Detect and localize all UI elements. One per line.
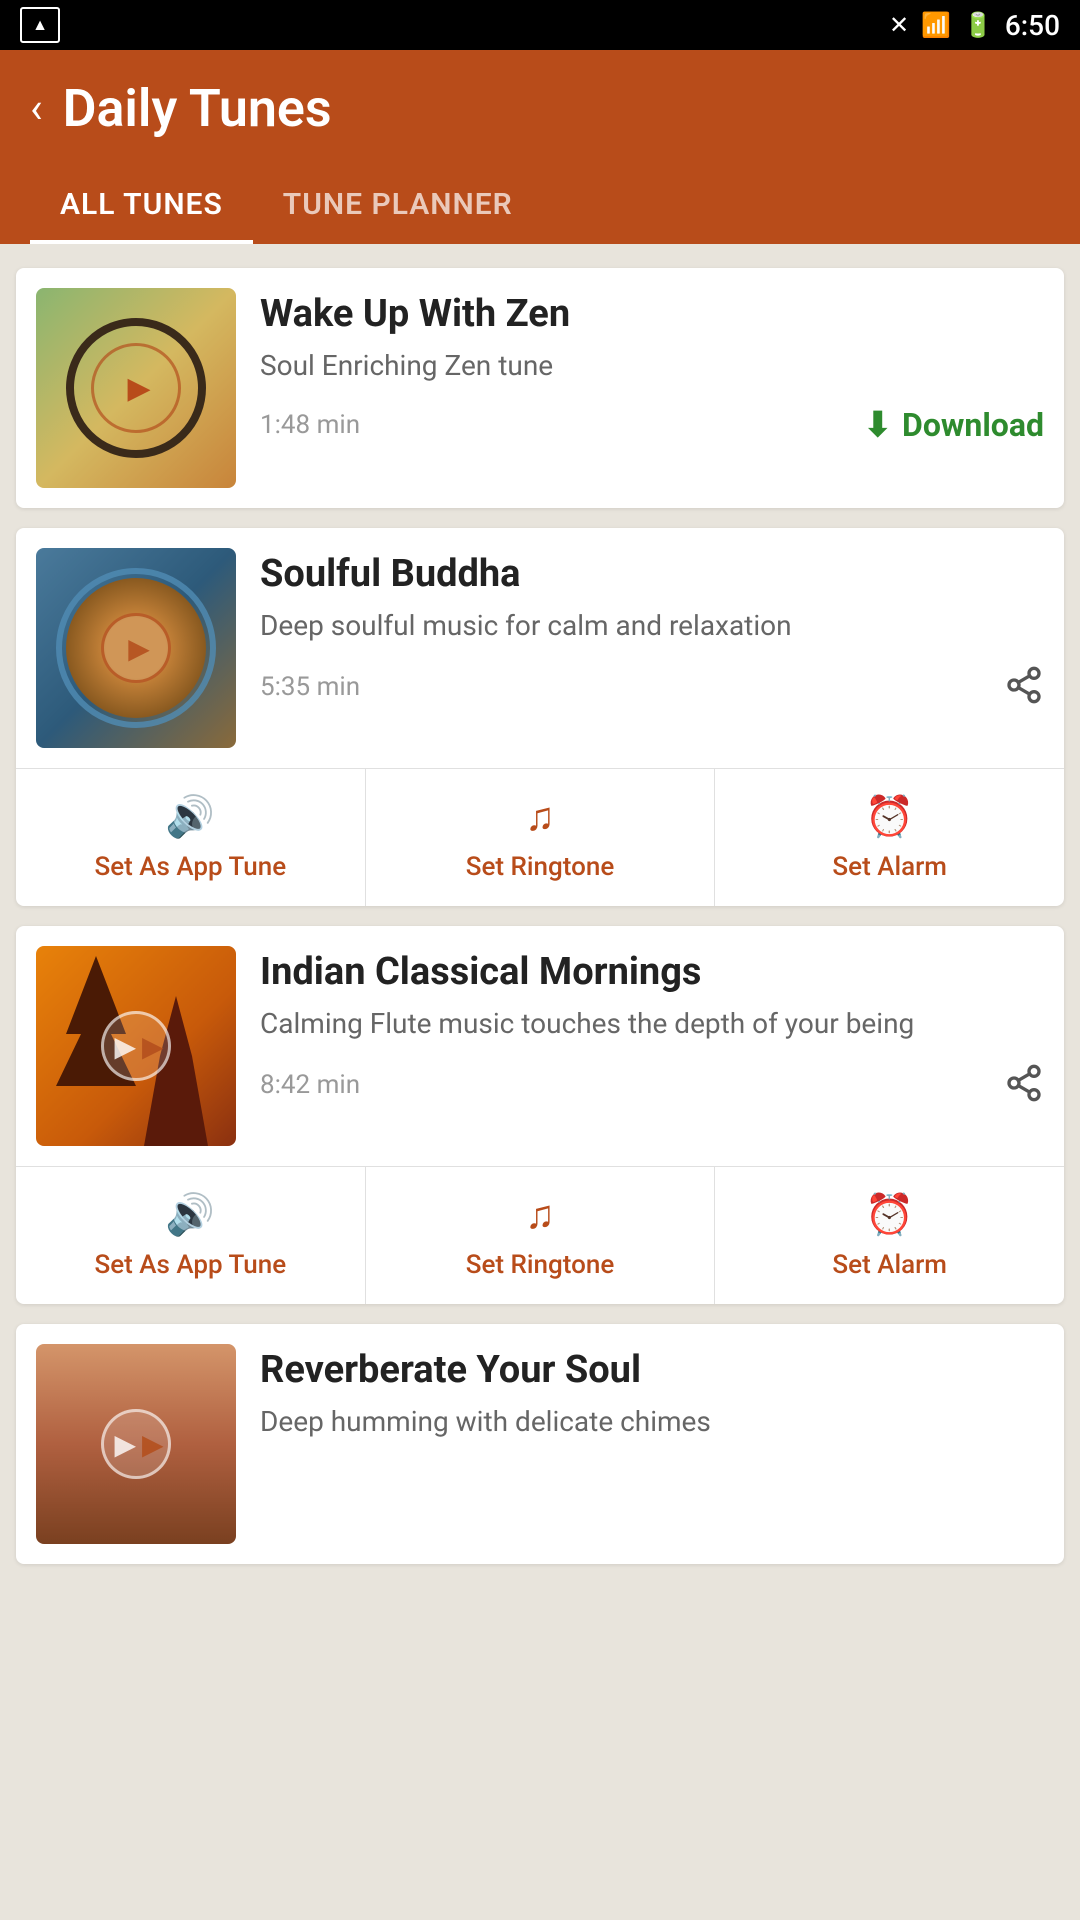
tune-title-zen: Wake Up With Zen xyxy=(260,292,1044,336)
tune-thumbnail-zen[interactable] xyxy=(36,288,236,488)
music-icon-indian: ♫ xyxy=(525,1191,555,1238)
status-bar-right: ✕ 📶 🔋 6:50 xyxy=(889,9,1060,42)
share-button-buddha[interactable] xyxy=(1004,665,1044,709)
tune-info-reverberate: Reverberate Your Soul Deep humming with … xyxy=(260,1344,1044,1461)
indian-play-button[interactable]: ▶ xyxy=(101,1011,171,1081)
set-alarm-label-buddha: Set Alarm xyxy=(832,852,947,882)
tune-title-buddha: Soulful Buddha xyxy=(260,552,1044,596)
content: Wake Up With Zen Soul Enriching Zen tune… xyxy=(0,244,1080,1588)
signal-bars: 📶 xyxy=(921,11,951,39)
set-ringtone-button-indian[interactable]: ♫ Set Ringtone xyxy=(366,1167,716,1304)
music-icon-buddha: ♫ xyxy=(525,793,555,840)
tune-title-reverberate: Reverberate Your Soul xyxy=(260,1348,1044,1392)
tune-title-indian: Indian Classical Mornings xyxy=(260,950,1044,994)
tune-duration-indian: 8:42 min xyxy=(260,1070,360,1100)
set-alarm-button-buddha[interactable]: ⏰ Set Alarm xyxy=(715,769,1064,906)
time: 6:50 xyxy=(1005,9,1060,42)
action-bar-indian: 🔊 Set As App Tune ♫ Set Ringtone ⏰ Set A… xyxy=(16,1166,1064,1304)
status-bar: ✕ 📶 🔋 6:50 xyxy=(0,0,1080,50)
tabs: ALL TUNES TUNE PLANNER xyxy=(30,169,1050,244)
set-alarm-button-indian[interactable]: ⏰ Set Alarm xyxy=(715,1167,1064,1304)
alarm-icon-buddha: ⏰ xyxy=(865,793,915,840)
set-app-tune-button-indian[interactable]: 🔊 Set As App Tune xyxy=(16,1167,366,1304)
tab-all-tunes[interactable]: ALL TUNES xyxy=(30,169,253,244)
alarm-icon-indian: ⏰ xyxy=(865,1191,915,1238)
reverberate-play-button[interactable]: ▶ xyxy=(101,1409,171,1479)
tune-meta-indian: 8:42 min xyxy=(260,1063,1044,1107)
tune-card-indian-classical: ▶ Indian Classical Mornings Calming Flut… xyxy=(16,926,1064,1304)
page-title: Daily Tunes xyxy=(63,78,332,139)
speaker-icon-indian: 🔊 xyxy=(165,1191,215,1238)
set-alarm-label-indian: Set Alarm xyxy=(832,1250,947,1280)
set-ringtone-label-indian: Set Ringtone xyxy=(466,1250,615,1280)
tune-thumbnail-buddha[interactable] xyxy=(36,548,236,748)
tune-desc-reverberate: Deep humming with delicate chimes xyxy=(260,1402,1044,1441)
zen-circle xyxy=(66,318,206,458)
action-bar-buddha: 🔊 Set As App Tune ♫ Set Ringtone ⏰ Set A… xyxy=(16,768,1064,906)
share-button-indian[interactable] xyxy=(1004,1063,1044,1107)
back-button[interactable]: ‹ xyxy=(30,88,43,130)
tune-info-buddha: Soulful Buddha Deep soulful music for ca… xyxy=(260,548,1044,709)
tune-card-soulful-buddha: Soulful Buddha Deep soulful music for ca… xyxy=(16,528,1064,906)
tune-info-indian: Indian Classical Mornings Calming Flute … xyxy=(260,946,1044,1107)
signal-icon: ✕ xyxy=(889,11,909,39)
download-label-zen: Download xyxy=(902,406,1044,444)
gallery-icon xyxy=(20,7,60,43)
status-bar-left xyxy=(20,7,60,43)
tune-desc-indian: Calming Flute music touches the depth of… xyxy=(260,1004,1044,1043)
tune-info-zen: Wake Up With Zen Soul Enriching Zen tune… xyxy=(260,288,1044,445)
tune-duration-buddha: 5:35 min xyxy=(260,672,360,702)
tune-meta-buddha: 5:35 min xyxy=(260,665,1044,709)
tune-card-wake-up-zen: Wake Up With Zen Soul Enriching Zen tune… xyxy=(16,268,1064,508)
set-ringtone-button-buddha[interactable]: ♫ Set Ringtone xyxy=(366,769,716,906)
download-button-zen[interactable]: ⬇ Download xyxy=(864,405,1044,445)
tune-thumbnail-reverberate[interactable]: ▶ xyxy=(36,1344,236,1544)
tune-desc-zen: Soul Enriching Zen tune xyxy=(260,346,1044,385)
tune-desc-buddha: Deep soulful music for calm and relaxati… xyxy=(260,606,1044,645)
tune-duration-zen: 1:48 min xyxy=(260,410,360,440)
buddha-play-button[interactable] xyxy=(101,613,171,683)
tune-thumbnail-indian[interactable]: ▶ xyxy=(36,946,236,1146)
download-icon-zen: ⬇ xyxy=(864,405,893,445)
tab-tune-planner[interactable]: TUNE PLANNER xyxy=(253,169,543,244)
set-ringtone-label-buddha: Set Ringtone xyxy=(466,852,615,882)
set-app-tune-label-buddha: Set As App Tune xyxy=(95,852,287,882)
set-app-tune-label-indian: Set As App Tune xyxy=(95,1250,287,1280)
header: ‹ Daily Tunes ALL TUNES TUNE PLANNER xyxy=(0,50,1080,244)
tune-card-reverberate: ▶ Reverberate Your Soul Deep humming wit… xyxy=(16,1324,1064,1564)
speaker-icon-buddha: 🔊 xyxy=(165,793,215,840)
set-app-tune-button-buddha[interactable]: 🔊 Set As App Tune xyxy=(16,769,366,906)
battery-icon: 🔋 xyxy=(963,11,993,39)
tune-meta-zen: 1:48 min ⬇ Download xyxy=(260,405,1044,445)
